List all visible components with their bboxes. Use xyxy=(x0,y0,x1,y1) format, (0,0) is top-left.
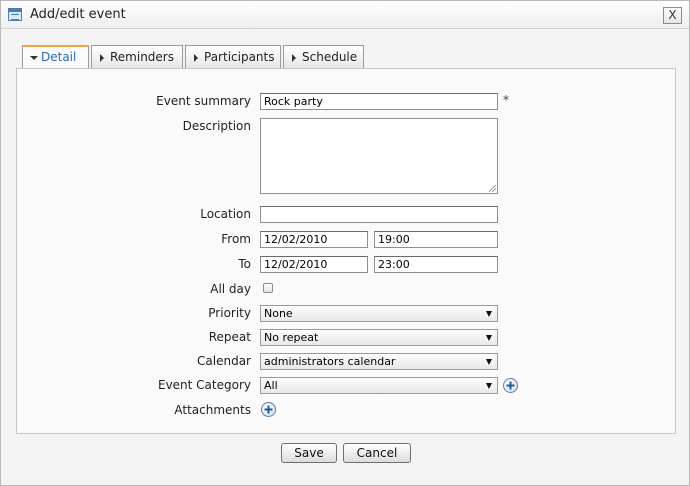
dropdown-arrow-icon xyxy=(486,359,492,365)
repeat-value: No repeat xyxy=(264,331,319,344)
to-label: To xyxy=(238,257,251,271)
dropdown-arrow-icon xyxy=(486,311,492,317)
from-date-input[interactable]: 12/02/2010 xyxy=(260,231,368,248)
to-time-input[interactable]: 23:00 xyxy=(374,256,498,273)
repeat-label: Repeat xyxy=(208,330,251,344)
save-button[interactable]: Save xyxy=(281,443,337,463)
chevron-down-icon xyxy=(30,56,38,60)
chevron-right-icon xyxy=(194,54,198,62)
from-time-input[interactable]: 19:00 xyxy=(374,231,498,248)
to-date-input[interactable]: 12/02/2010 xyxy=(260,256,368,273)
all-day-label: All day xyxy=(210,282,251,296)
priority-value: None xyxy=(264,307,293,320)
description-label: Description xyxy=(182,119,251,133)
calendar-value: administrators calendar xyxy=(264,355,396,368)
tab-participants[interactable]: Participants xyxy=(185,45,281,69)
add-category-plus-icon[interactable] xyxy=(503,378,518,393)
chevron-right-icon xyxy=(100,54,104,62)
calendar-label: Calendar xyxy=(197,354,251,368)
description-textarea[interactable] xyxy=(260,118,498,194)
calendar-window-icon xyxy=(8,8,22,21)
cancel-button[interactable]: Cancel xyxy=(343,443,411,463)
add-attachment-plus-icon[interactable] xyxy=(261,402,276,417)
priority-select[interactable]: None xyxy=(260,305,498,322)
dropdown-arrow-icon xyxy=(486,335,492,341)
all-day-checkbox[interactable] xyxy=(263,283,273,293)
tab-label: Schedule xyxy=(302,50,358,64)
dropdown-arrow-icon xyxy=(486,383,492,389)
event-category-select[interactable]: All xyxy=(260,377,498,394)
resize-grip-icon[interactable] xyxy=(489,185,496,192)
tab-reminders[interactable]: Reminders xyxy=(91,45,183,69)
calendar-select[interactable]: administrators calendar xyxy=(260,353,498,370)
tab-label: Detail xyxy=(41,50,77,64)
event-category-label: Event Category xyxy=(157,378,251,392)
tab-schedule[interactable]: Schedule xyxy=(283,45,364,69)
event-summary-label: Event summary xyxy=(156,94,251,108)
location-label: Location xyxy=(200,207,251,221)
event-category-value: All xyxy=(264,379,278,392)
tab-label: Participants xyxy=(204,50,275,64)
from-label: From xyxy=(221,232,251,246)
tab-detail[interactable]: Detail xyxy=(22,45,89,70)
dialog-title: Add/edit event xyxy=(30,7,126,22)
event-summary-input[interactable]: Rock party xyxy=(260,93,498,110)
chevron-right-icon xyxy=(292,54,296,62)
location-input[interactable] xyxy=(260,206,498,223)
dialog-titlebar[interactable]: Add/edit event X xyxy=(1,1,689,29)
close-button[interactable]: X xyxy=(663,7,682,24)
add-edit-event-dialog: Add/edit event X Detail Reminders Partic… xyxy=(0,0,690,486)
priority-label: Priority xyxy=(208,306,251,320)
tab-label: Reminders xyxy=(110,50,174,64)
required-marker: * xyxy=(503,93,509,107)
attachments-label: Attachments xyxy=(174,403,251,417)
repeat-select[interactable]: No repeat xyxy=(260,329,498,346)
